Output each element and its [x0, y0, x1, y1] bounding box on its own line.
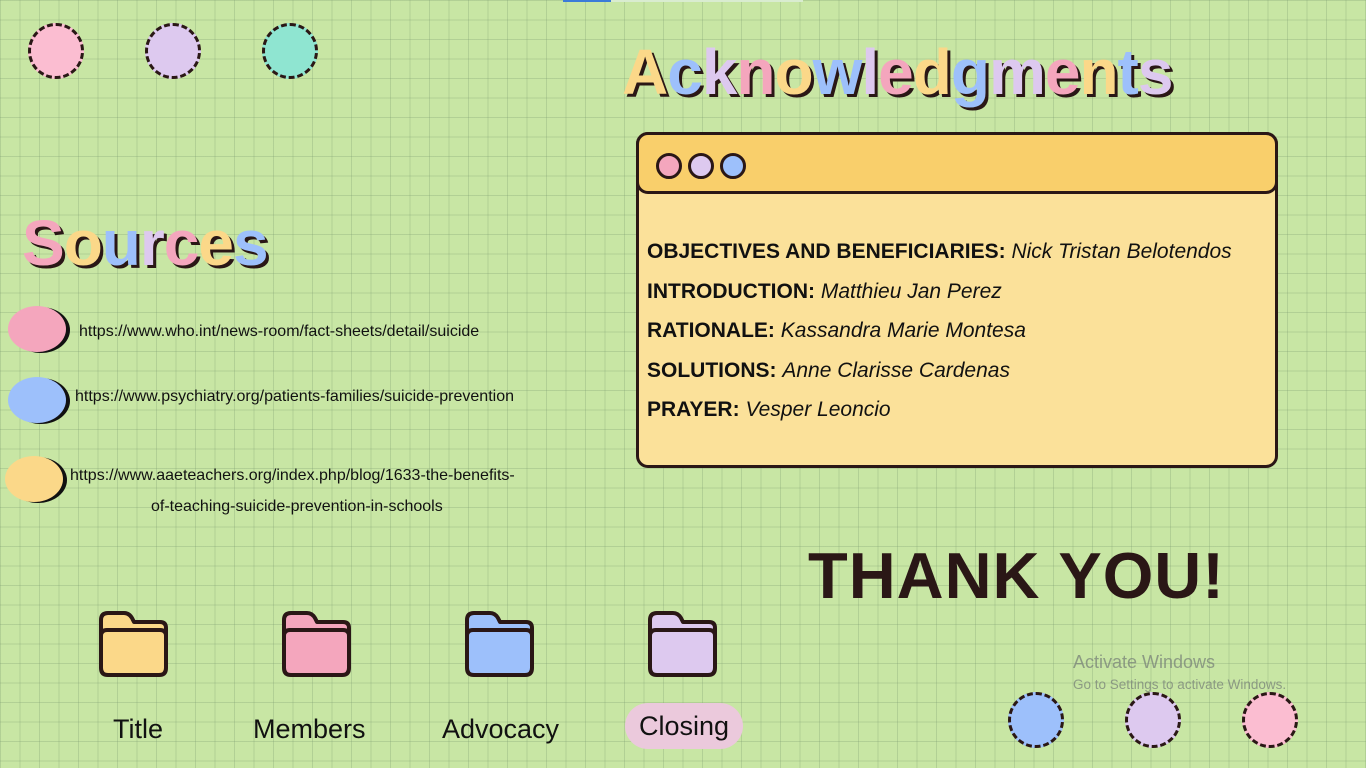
nav-tab-closing[interactable]: Closing	[625, 703, 744, 749]
credit-item: PRAYER: Vesper Leoncio	[647, 398, 891, 421]
folder-icon-closing[interactable]	[646, 610, 718, 678]
acknowledgments-window: OBJECTIVES AND BENEFICIARIES: Nick Trist…	[636, 132, 1278, 468]
watermark-line-1: Activate Windows	[1073, 652, 1216, 672]
credit-item: OBJECTIVES AND BENEFICIARIES: Nick Trist…	[647, 240, 1232, 263]
acknowledgments-title: Acknowledgments	[622, 36, 1173, 108]
bullet-blue-icon	[8, 377, 66, 423]
window-dot-blue-icon	[720, 153, 746, 179]
source-link-psychiatry[interactable]: https://www.psychiatry.org/patients-fami…	[75, 388, 514, 406]
source-link-aaeteachers[interactable]: https://www.aaeteachers.org/index.php/bl…	[70, 467, 515, 485]
credits-list: OBJECTIVES AND BENEFICIARIES: Nick Trist…	[647, 235, 1232, 433]
decor-circle-pink-2	[1242, 692, 1298, 748]
bullet-pink-icon	[8, 306, 66, 352]
window-titlebar	[636, 132, 1278, 194]
decor-circle-pink	[28, 23, 84, 79]
decor-circle-lavender-2	[1125, 692, 1181, 748]
source-link-who[interactable]: https://www.who.int/news-room/fact-sheet…	[79, 323, 479, 341]
folder-icon-title[interactable]	[97, 610, 169, 678]
watermark-line-2: Go to Settings to activate Windows.	[1073, 677, 1287, 692]
nav-tab-advocacy[interactable]: Advocacy	[442, 706, 559, 752]
window-dot-pink-icon	[656, 153, 682, 179]
folder-icon-advocacy[interactable]	[463, 610, 535, 678]
bullet-yellow-icon	[5, 456, 63, 502]
credit-item: SOLUTIONS: Anne Clarisse Cardenas	[647, 358, 1010, 382]
nav-tab-members[interactable]: Members	[253, 706, 366, 752]
sources-title: Sources	[22, 207, 269, 279]
thank-you-heading: THANK YOU!	[808, 539, 1225, 612]
source-link-aaeteachers-cont[interactable]: of-teaching-suicide-prevention-in-school…	[151, 498, 443, 516]
credit-item: INTRODUCTION: Matthieu Jan Perez	[647, 279, 1002, 303]
decor-circle-blue	[1008, 692, 1064, 748]
decor-circle-lavender	[145, 23, 201, 79]
credit-item: RATIONALE: Kassandra Marie Montesa	[647, 319, 1026, 342]
folder-icon-members[interactable]	[280, 610, 352, 678]
window-dot-lavender-icon	[688, 153, 714, 179]
activation-watermark: Activate Windows Go to Settings to activ…	[1073, 652, 1286, 692]
decor-circle-mint	[262, 23, 318, 79]
nav-tab-title[interactable]: Title	[113, 706, 163, 752]
top-progress-bar	[563, 0, 803, 2]
